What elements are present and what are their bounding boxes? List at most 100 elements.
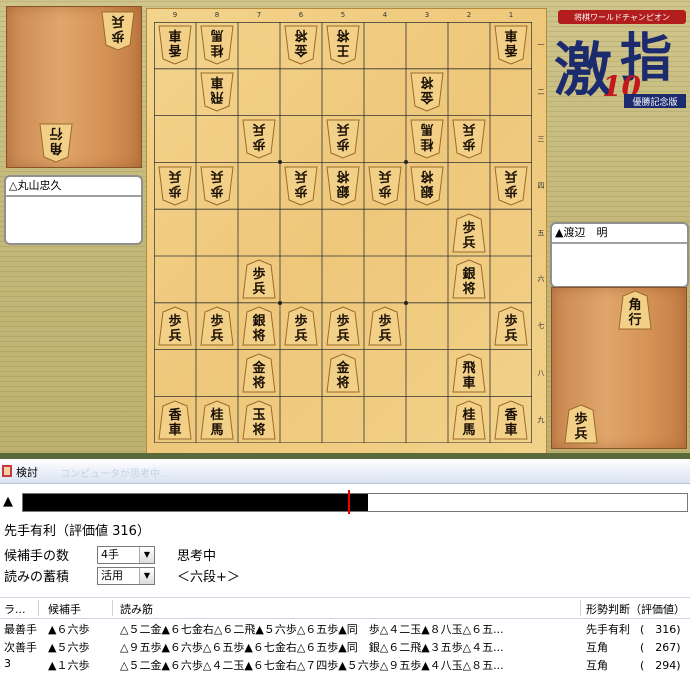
rank-cell: 次善手 [4, 641, 37, 654]
board-piece[interactable]: 歩兵 [242, 119, 276, 159]
table-row[interactable]: 3 ▲１六歩 △５二金▲６六歩△４二玉▲６七金右△７四歩▲５六歩△９五歩▲４八玉△８… [0, 655, 690, 673]
board-piece[interactable]: 歩兵 [242, 259, 276, 299]
engine-level: ＜六段+＞ [177, 570, 240, 585]
svg-text:桂: 桂 [461, 407, 475, 423]
svg-text:飛: 飛 [210, 89, 224, 104]
col-rank-header[interactable]: ラ... [4, 601, 26, 617]
board-piece[interactable]: 王将 [326, 25, 360, 65]
board-piece[interactable]: 銀将 [410, 166, 444, 206]
gote-hand-piece[interactable]: 歩兵 [101, 11, 135, 51]
svg-text:兵: 兵 [336, 328, 349, 344]
svg-text:将: 将 [294, 27, 307, 43]
board-piece[interactable]: 銀将 [242, 306, 276, 346]
svg-text:兵: 兵 [336, 121, 349, 137]
board-piece[interactable]: 桂馬 [410, 119, 444, 159]
svg-text:兵: 兵 [574, 426, 587, 442]
svg-text:車: 車 [462, 375, 475, 391]
board-piece[interactable]: 歩兵 [284, 306, 318, 346]
svg-text:将: 将 [336, 168, 349, 184]
col-line-header[interactable]: 読み筋 [120, 601, 153, 617]
analysis-titlebar[interactable]: 検討 コンピュータが思考中... [0, 459, 690, 484]
evaluation-bar [22, 490, 688, 514]
svg-text:角: 角 [49, 140, 62, 156]
board-piece[interactable]: 桂馬 [200, 400, 234, 440]
sente-player-name: ▲渡辺 明 [552, 224, 687, 244]
evaluation-bar-row: ▲ [0, 490, 690, 514]
chevron-down-icon[interactable]: ▼ [139, 568, 154, 584]
svg-text:将: 将 [252, 328, 265, 344]
board-piece[interactable]: 桂馬 [200, 25, 234, 65]
sente-hand-piece[interactable]: 角行 [618, 290, 652, 330]
board-piece[interactable]: 歩兵 [494, 166, 528, 206]
board-piece[interactable]: 香車 [494, 25, 528, 65]
board-piece[interactable]: 歩兵 [452, 119, 486, 159]
board-piece[interactable]: 歩兵 [326, 306, 360, 346]
board-piece[interactable]: 香車 [494, 400, 528, 440]
file-number: 7 [256, 11, 262, 19]
board-piece[interactable]: 歩兵 [368, 166, 402, 206]
file-number: 3 [424, 11, 430, 19]
svg-text:桂: 桂 [420, 136, 434, 152]
svg-text:銀: 銀 [336, 183, 349, 199]
board-piece[interactable]: 金将 [242, 353, 276, 393]
rank-number: 五 [537, 228, 545, 237]
file-number: 2 [466, 11, 472, 19]
svg-text:香: 香 [503, 407, 518, 423]
board-piece[interactable]: 桂馬 [452, 400, 486, 440]
board-piece[interactable]: 銀将 [326, 166, 360, 206]
shogi-board[interactable]: 香車桂馬金将王将香車飛車金将歩兵歩兵桂馬歩兵歩兵歩兵歩兵銀将歩兵銀将歩兵歩兵歩兵… [146, 8, 547, 455]
sente-komadai[interactable]: 角行歩兵 [551, 287, 687, 449]
board-piece[interactable]: 歩兵 [494, 306, 528, 346]
file-number: 1 [508, 11, 514, 19]
board-piece[interactable]: 歩兵 [158, 306, 192, 346]
board-piece[interactable]: 歩兵 [452, 213, 486, 253]
table-row[interactable]: 次善手 ▲５六歩 △９五歩▲６六歩△６五歩▲６七金右△６五歩▲同 銀△６二飛▲３五歩… [0, 637, 690, 655]
board-piece[interactable]: 歩兵 [200, 306, 234, 346]
board-piece[interactable]: 香車 [158, 25, 192, 65]
svg-text:歩: 歩 [111, 28, 124, 44]
svg-text:兵: 兵 [378, 168, 391, 184]
svg-text:歩: 歩 [504, 313, 517, 329]
svg-text:車: 車 [168, 422, 181, 438]
board-piece[interactable]: 飛車 [200, 72, 234, 112]
board-piece[interactable]: 歩兵 [368, 306, 402, 346]
svg-text:車: 車 [168, 27, 181, 43]
board-piece[interactable]: 金将 [326, 353, 360, 393]
judge-cell: 先手有利 [586, 623, 630, 636]
svg-text:歩: 歩 [210, 313, 223, 329]
svg-text:車: 車 [504, 422, 517, 438]
chevron-down-icon[interactable]: ▼ [139, 547, 154, 563]
file-number: 8 [214, 11, 220, 19]
reading-select[interactable]: 活用 ▼ [97, 567, 155, 585]
board-piece[interactable]: 香車 [158, 400, 192, 440]
board-piece[interactable]: 金将 [410, 72, 444, 112]
sente-hand-piece[interactable]: 歩兵 [564, 404, 598, 444]
board-piece[interactable]: 飛車 [452, 353, 486, 393]
file-number: 9 [172, 11, 178, 19]
svg-text:将: 将 [252, 375, 265, 391]
board-piece[interactable]: 歩兵 [284, 166, 318, 206]
board-piece[interactable]: 歩兵 [326, 119, 360, 159]
board-piece[interactable]: 歩兵 [200, 166, 234, 206]
col-judge-header[interactable]: 形勢判断（評価値） [586, 601, 685, 617]
svg-text:香: 香 [504, 42, 519, 58]
svg-text:将: 将 [420, 168, 433, 184]
board-piece[interactable]: 銀将 [452, 259, 486, 299]
gote-hand-piece[interactable]: 角行 [39, 123, 73, 163]
gote-komadai[interactable]: 歩兵角行 [6, 6, 142, 168]
reading-label: 読みの蓄積 [4, 570, 70, 585]
reading-value: 活用 [101, 569, 123, 582]
col-move-header[interactable]: 候補手 [48, 601, 81, 617]
svg-text:歩: 歩 [504, 183, 517, 199]
candidates-select[interactable]: 4手 ▼ [97, 546, 155, 564]
board-piece[interactable]: 歩兵 [158, 166, 192, 206]
table-row[interactable]: 最善手 ▲６六歩 △５二金▲６七金右△６二飛▲５六歩△６五歩▲同 歩△４二玉▲８八玉… [0, 619, 690, 637]
board-piece[interactable]: 金将 [284, 25, 318, 65]
svg-text:兵: 兵 [462, 121, 475, 137]
star-point [404, 300, 408, 305]
board-piece[interactable]: 玉将 [242, 400, 276, 440]
svg-text:金: 金 [251, 360, 266, 376]
candidate-table: ラ... 候補手 読み筋 形勢判断（評価値） 最善手 ▲６六歩 △５二金▲６七金右△… [0, 597, 690, 677]
rank-number: 一 [537, 41, 545, 50]
board-grid[interactable]: 香車桂馬金将王将香車飛車金将歩兵歩兵桂馬歩兵歩兵歩兵歩兵銀将歩兵銀将歩兵歩兵歩兵… [154, 22, 532, 443]
